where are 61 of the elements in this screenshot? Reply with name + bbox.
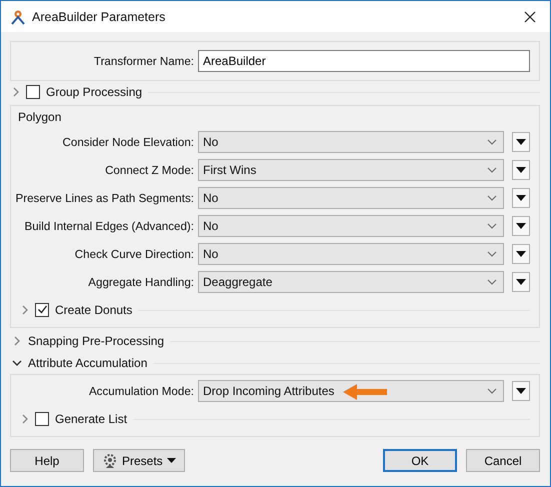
menu-button[interactable] xyxy=(512,132,530,152)
presets-button[interactable]: Presets xyxy=(93,449,185,472)
parameter-label: Build Internal Edges (Advanced): xyxy=(24,220,194,232)
parameter-label: Accumulation Mode: xyxy=(88,384,194,398)
caret-icon xyxy=(516,139,526,145)
checkbox[interactable] xyxy=(35,412,49,426)
parameter-label: Connect Z Mode: xyxy=(104,164,194,176)
field-label: Transformer Name: xyxy=(92,54,194,68)
dialog-button[interactable]: Cancel xyxy=(466,449,540,472)
parameter-label: Consider Node Elevation: xyxy=(62,136,194,148)
chevron-down-icon[interactable] xyxy=(12,358,22,368)
caret-icon xyxy=(516,195,526,201)
caret-icon xyxy=(516,167,526,173)
dropdown-field[interactable]: No xyxy=(198,215,504,237)
parameter-label: Check Curve Direction: xyxy=(74,248,194,260)
caret-icon xyxy=(516,251,526,257)
chevron-right-icon[interactable] xyxy=(21,414,29,424)
menu-button[interactable] xyxy=(512,160,530,180)
menu-button[interactable] xyxy=(512,381,530,401)
caret-icon xyxy=(166,458,176,463)
window-title: AreaBuilder Parameters xyxy=(32,10,166,24)
transformer-name-field[interactable]: AreaBuilder xyxy=(198,50,530,72)
caret-icon xyxy=(516,279,526,285)
dropdown-field[interactable]: No xyxy=(198,243,504,265)
parameter-label: Preserve Lines as Path Segments: xyxy=(14,192,194,204)
dropdown-field[interactable]: No xyxy=(198,131,504,153)
app-icon xyxy=(10,8,26,24)
group-title: Polygon xyxy=(17,109,62,126)
chevron-down-icon xyxy=(487,139,497,145)
dropdown-field[interactable]: Deaggregate xyxy=(198,271,504,293)
chevron-down-icon xyxy=(487,279,497,285)
chevron-down-icon xyxy=(487,388,497,394)
chevron-down-icon xyxy=(487,251,497,257)
section-label: Group Processing xyxy=(46,85,142,99)
dropdown-field[interactable]: First Wins xyxy=(198,159,504,181)
caret-icon xyxy=(516,223,526,229)
section-label: Create Donuts xyxy=(55,302,132,316)
dropdown-field[interactable]: No xyxy=(198,187,504,209)
menu-button[interactable] xyxy=(512,272,530,292)
caret-icon xyxy=(516,388,526,394)
chevron-down-icon xyxy=(487,223,497,229)
section-title[interactable]: Attribute Accumulation xyxy=(28,356,148,370)
menu-button[interactable] xyxy=(512,216,530,236)
dialog-button[interactable]: Help xyxy=(10,449,84,472)
gear-icon xyxy=(102,452,118,468)
dropdown-field[interactable]: Drop Incoming Attributes xyxy=(198,380,504,402)
chevron-down-icon xyxy=(487,167,497,173)
close-icon[interactable] xyxy=(524,10,536,22)
chevron-right-icon[interactable] xyxy=(12,87,20,97)
section-title[interactable]: Snapping Pre-Processing xyxy=(28,334,164,348)
section-label: Generate List xyxy=(55,412,128,426)
checkbox[interactable] xyxy=(35,302,49,316)
checkbox[interactable] xyxy=(26,85,40,99)
chevron-right-icon[interactable] xyxy=(21,304,29,314)
arrow-annotation-icon xyxy=(343,384,387,400)
menu-button[interactable] xyxy=(512,188,530,208)
chevron-down-icon xyxy=(487,195,497,201)
menu-button[interactable] xyxy=(512,244,530,264)
dialog-button[interactable]: OK xyxy=(383,449,457,472)
chevron-right-icon[interactable] xyxy=(12,336,22,346)
parameter-label: Aggregate Handling: xyxy=(87,276,194,288)
